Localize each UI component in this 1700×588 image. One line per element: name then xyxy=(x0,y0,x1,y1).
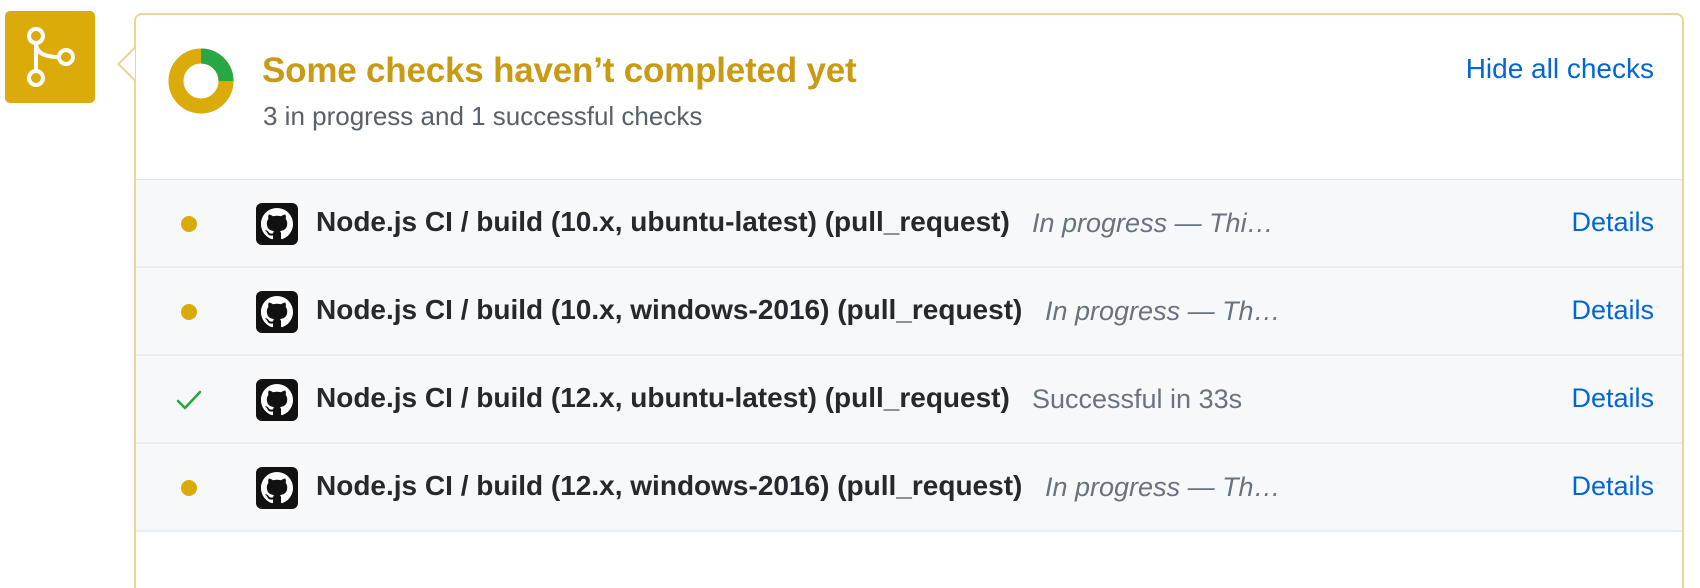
check-name: Node.js CI / build (10.x, windows-2016) … xyxy=(316,294,1023,325)
check-list-footer xyxy=(136,530,1682,572)
check-name: Node.js CI / build (12.x, windows-2016) … xyxy=(316,470,1023,501)
github-icon xyxy=(256,379,298,421)
checks-panel: Some checks haven’t completed yet 3 in p… xyxy=(134,13,1684,588)
check-row: Node.js CI / build (12.x, windows-2016) … xyxy=(136,444,1682,530)
checks-summary: Some checks haven’t completed yet 3 in p… xyxy=(136,15,1682,180)
github-icon xyxy=(256,203,298,245)
check-details-link[interactable]: Details xyxy=(1571,207,1654,238)
checks-summary-subtitle: 3 in progress and 1 successful checks xyxy=(263,101,703,131)
check-status-text: Successful in 33s xyxy=(1032,384,1243,414)
github-icon xyxy=(256,291,298,333)
check-status-text: In progress — Th… xyxy=(1045,472,1281,502)
git-branch-icon xyxy=(5,11,95,103)
check-details-link[interactable]: Details xyxy=(1571,295,1654,326)
check-row: Node.js CI / build (10.x, windows-2016) … xyxy=(136,268,1682,356)
check-icon xyxy=(176,387,202,413)
check-details-link[interactable]: Details xyxy=(1571,383,1654,414)
check-name: Node.js CI / build (10.x, ubuntu-latest)… xyxy=(316,206,1010,237)
dot-icon xyxy=(176,475,202,501)
github-icon xyxy=(256,467,298,509)
checks-progress-donut xyxy=(168,48,234,114)
check-status-text: In progress — Th… xyxy=(1045,296,1281,326)
check-list: Node.js CI / build (10.x, ubuntu-latest)… xyxy=(136,180,1682,530)
checks-summary-title: Some checks haven’t completed yet xyxy=(262,51,857,90)
dot-icon xyxy=(176,299,202,325)
dot-icon xyxy=(176,211,202,237)
check-name: Node.js CI / build (12.x, ubuntu-latest)… xyxy=(316,382,1010,413)
check-row: Node.js CI / build (12.x, ubuntu-latest)… xyxy=(136,356,1682,444)
hide-all-checks-link[interactable]: Hide all checks xyxy=(1466,53,1654,85)
check-row: Node.js CI / build (10.x, ubuntu-latest)… xyxy=(136,180,1682,268)
check-status-text: In progress — Thi… xyxy=(1032,208,1274,238)
check-details-link[interactable]: Details xyxy=(1571,471,1654,502)
panel-pointer-fill xyxy=(120,49,135,79)
checks-widget: Some checks haven’t completed yet 3 in p… xyxy=(0,0,1700,588)
